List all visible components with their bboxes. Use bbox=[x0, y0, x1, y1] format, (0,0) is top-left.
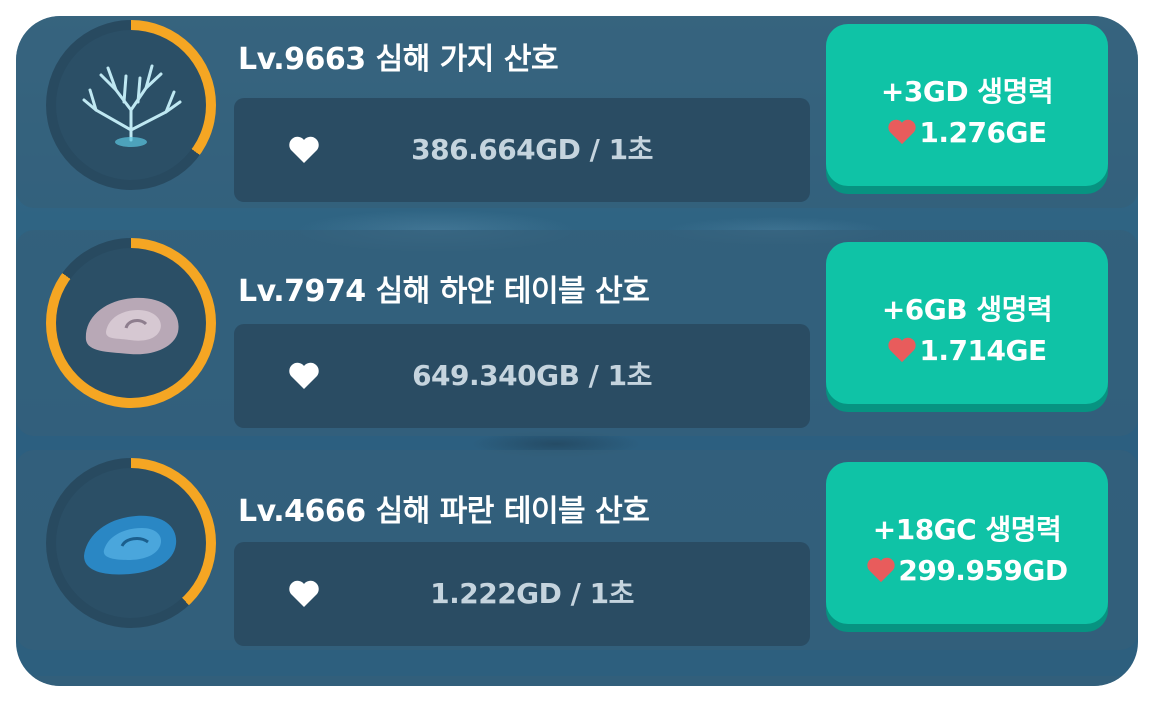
upgrade-button[interactable]: +3GD 생명력 1.276GE bbox=[826, 24, 1108, 186]
coral-portrait bbox=[56, 30, 206, 180]
branch-coral-icon bbox=[82, 64, 182, 147]
upgrade-cost: 299.959GD bbox=[826, 554, 1108, 587]
level-progress-ring bbox=[46, 20, 216, 190]
income-rate-text: 649.340GB / 1초 bbox=[412, 359, 652, 392]
upgrade-row-blue-table-coral: Lv.4666 심해 파란 테이블 산호 1.222GD / 1초 +18GC … bbox=[16, 450, 1138, 650]
item-title: Lv.9663 심해 가지 산호 bbox=[238, 42, 559, 77]
heart-icon bbox=[289, 580, 319, 607]
upgrade-list-panel: Lv.9663 심해 가지 산호 386.664GD / 1초 +3GD 생명력… bbox=[16, 16, 1138, 686]
coral-portrait bbox=[56, 468, 206, 618]
upgrade-cost-value: 299.959GD bbox=[898, 554, 1068, 587]
upgrade-cost-value: 1.714GE bbox=[919, 334, 1047, 367]
upgrade-cost: 1.714GE bbox=[826, 334, 1108, 367]
heart-icon bbox=[289, 136, 319, 163]
coral-portrait bbox=[56, 248, 206, 398]
income-rate-text: 1.222GD / 1초 bbox=[430, 577, 634, 610]
upgrade-row-white-table-coral: Lv.7974 심해 하얀 테이블 산호 649.340GB / 1초 +6GB… bbox=[16, 230, 1138, 436]
upgrade-row-partial bbox=[16, 676, 1138, 686]
upgrade-cost-value: 1.276GE bbox=[919, 116, 1047, 149]
item-title: Lv.4666 심해 파란 테이블 산호 bbox=[238, 494, 650, 529]
heart-icon bbox=[289, 362, 319, 389]
income-rate-box: 649.340GB / 1초 bbox=[234, 324, 810, 428]
level-progress-ring bbox=[46, 458, 216, 628]
income-rate-box: 386.664GD / 1초 bbox=[234, 98, 810, 202]
income-rate-text: 386.664GD / 1초 bbox=[411, 133, 653, 166]
level-progress-ring bbox=[46, 238, 216, 408]
upgrade-gain-label: +6GB 생명력 bbox=[881, 293, 1053, 326]
upgrade-gain-label: +3GD 생명력 bbox=[880, 75, 1054, 108]
upgrade-button[interactable]: +18GC 생명력 299.959GD bbox=[826, 462, 1108, 624]
upgrade-cost: 1.276GE bbox=[826, 116, 1108, 149]
upgrade-row-branch-coral: Lv.9663 심해 가지 산호 386.664GD / 1초 +3GD 생명력… bbox=[16, 16, 1138, 208]
heart-icon bbox=[867, 557, 896, 583]
white-table-coral-icon bbox=[85, 297, 179, 355]
heart-icon bbox=[888, 337, 917, 363]
upgrade-gain-label: +18GC 생명력 bbox=[872, 513, 1062, 546]
item-title: Lv.7974 심해 하얀 테이블 산호 bbox=[238, 274, 650, 309]
heart-icon bbox=[888, 119, 917, 145]
income-rate-box: 1.222GD / 1초 bbox=[234, 542, 810, 646]
upgrade-button[interactable]: +6GB 생명력 1.714GE bbox=[826, 242, 1108, 404]
blue-table-coral-icon bbox=[84, 515, 177, 575]
